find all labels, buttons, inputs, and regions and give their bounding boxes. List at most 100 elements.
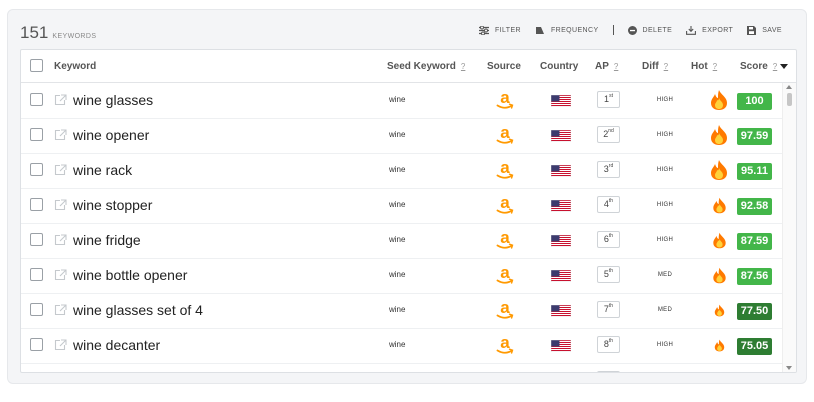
external-link-icon[interactable] <box>54 198 67 216</box>
keyword-count-number: 151 <box>20 23 49 42</box>
score-badge: 75.05 <box>737 338 772 355</box>
external-link-icon[interactable] <box>54 268 67 286</box>
hot-flame-icon <box>707 158 731 182</box>
score-badge: 77.50 <box>737 303 772 320</box>
scrollbar-thumb[interactable] <box>787 93 792 106</box>
keyword-text[interactable]: wine glasses <box>73 92 153 108</box>
table-body: wine glasses wine a 1st HIGH 100 wine opener wi… <box>21 83 783 372</box>
scroll-down-arrow-icon[interactable] <box>786 366 792 370</box>
external-link-icon[interactable] <box>54 163 67 181</box>
seed-keyword-text: wine <box>389 130 406 139</box>
row-checkbox[interactable] <box>30 93 43 106</box>
keyword-text[interactable]: wine stopper <box>73 197 152 213</box>
hot-flame-icon <box>707 123 731 147</box>
external-link-icon[interactable] <box>54 93 67 111</box>
keyword-text[interactable]: wine opener <box>73 127 149 143</box>
amazon-logo-icon: a <box>495 263 515 291</box>
difficulty-text: HIGH <box>656 132 674 138</box>
row-checkbox[interactable] <box>30 163 43 176</box>
amazon-logo-icon: a <box>495 158 515 186</box>
hot-flame-icon <box>707 228 731 252</box>
column-hot[interactable]: Hot? <box>691 61 717 72</box>
score-badge: 95.11 <box>737 163 772 180</box>
ap-rank-badge <box>597 371 620 372</box>
vertical-scrollbar[interactable] <box>782 83 796 372</box>
difficulty-text: HIGH <box>656 202 674 208</box>
column-score[interactable]: Score? <box>740 61 789 72</box>
difficulty-text: HIGH <box>656 237 674 243</box>
table-header: Keyword Seed Keyword? Source Country AP?… <box>21 50 796 83</box>
us-flag-icon <box>550 339 572 357</box>
table-row[interactable]: wine decanter wine a 8th HIGH 75.05 <box>21 328 783 364</box>
ap-rank-suffix: th <box>608 233 614 239</box>
svg-text:a: a <box>500 299 510 317</box>
table-row[interactable]: wine glasses set of 4 wine a 7th MED 77.50 <box>21 293 783 329</box>
ap-rank-badge: 4th <box>597 196 620 213</box>
ap-rank-badge: 2nd <box>597 126 620 143</box>
table-row[interactable]: wine stopper wine a 4th HIGH 92.58 <box>21 188 783 224</box>
amazon-logo-icon: a <box>495 298 515 326</box>
us-flag-icon <box>550 94 572 112</box>
hot-help-icon[interactable]: ? <box>713 62 717 71</box>
score-help-icon[interactable]: ? <box>773 62 777 71</box>
ap-rank-suffix: nd <box>608 128 614 134</box>
external-link-icon[interactable] <box>54 303 67 321</box>
ap-rank-suffix: th <box>608 338 614 344</box>
row-checkbox[interactable] <box>30 338 43 351</box>
svg-text:a: a <box>500 334 510 352</box>
ap-help-icon[interactable]: ? <box>614 62 618 71</box>
toolbar: FILTER FREQUENCY DELETE EXPORT SAVE <box>478 25 782 35</box>
keyword-text[interactable]: wine decanter <box>73 337 160 353</box>
row-checkbox[interactable] <box>30 198 43 211</box>
us-flag-icon <box>550 234 572 252</box>
row-checkbox[interactable] <box>30 233 43 246</box>
column-seed-keyword[interactable]: Seed Keyword? <box>387 61 465 72</box>
amazon-logo-icon: a <box>495 193 515 221</box>
column-ap[interactable]: AP? <box>595 61 618 72</box>
us-flag-icon <box>550 269 572 287</box>
seed-help-icon[interactable]: ? <box>461 62 465 71</box>
column-source[interactable]: Source <box>487 61 521 72</box>
ap-rank-badge: 6th <box>597 231 620 248</box>
column-country[interactable]: Country <box>540 61 578 72</box>
keywords-table: Keyword Seed Keyword? Source Country AP?… <box>20 49 797 373</box>
svg-text:a: a <box>500 194 510 212</box>
external-link-icon[interactable] <box>54 233 67 251</box>
keyword-text[interactable]: wine bottle opener <box>73 267 187 283</box>
us-flag-icon <box>550 304 572 322</box>
amazon-logo-icon: a <box>495 333 515 361</box>
row-checkbox[interactable] <box>30 268 43 281</box>
column-keyword[interactable]: Keyword <box>54 61 96 72</box>
table-row[interactable]: wine bottle opener wine a 5th MED 87.56 <box>21 258 783 294</box>
table-row[interactable]: wine fridge wine a 6th HIGH 87.59 <box>21 223 783 259</box>
toolbar-divider <box>612 25 614 35</box>
difficulty-text: HIGH <box>656 167 674 173</box>
svg-text:a: a <box>500 124 510 142</box>
table-row[interactable]: wine glasses wine a 1st HIGH 100 <box>21 83 783 119</box>
export-button[interactable]: EXPORT <box>686 25 733 35</box>
table-row[interactable]: a <box>21 363 783 372</box>
row-checkbox[interactable] <box>30 303 43 316</box>
external-link-icon[interactable] <box>54 338 67 356</box>
table-row[interactable]: wine rack wine a 3rd HIGH 95.11 <box>21 153 783 189</box>
hot-flame-icon <box>707 333 731 357</box>
amazon-logo-icon: a <box>495 123 515 151</box>
filter-button[interactable]: FILTER <box>478 25 521 35</box>
external-link-icon[interactable] <box>54 128 67 146</box>
ap-rank-suffix: th <box>608 303 614 309</box>
ap-rank-badge: 8th <box>597 336 620 353</box>
save-button[interactable]: SAVE <box>747 25 782 35</box>
row-checkbox[interactable] <box>30 128 43 141</box>
delete-button[interactable]: DELETE <box>627 25 673 35</box>
keyword-text[interactable]: wine fridge <box>73 232 141 248</box>
frequency-button[interactable]: FREQUENCY <box>535 26 599 35</box>
diff-help-icon[interactable]: ? <box>664 62 668 71</box>
keyword-text[interactable]: wine glasses set of 4 <box>73 302 203 318</box>
hot-flame-icon <box>707 263 731 287</box>
column-diff[interactable]: Diff? <box>642 61 668 72</box>
keyword-text[interactable]: wine rack <box>73 162 132 178</box>
scroll-up-arrow-icon[interactable] <box>786 85 792 89</box>
select-all-checkbox[interactable] <box>30 59 43 72</box>
sort-descending-icon[interactable] <box>780 63 789 69</box>
table-row[interactable]: wine opener wine a 2nd HIGH 97.59 <box>21 118 783 154</box>
